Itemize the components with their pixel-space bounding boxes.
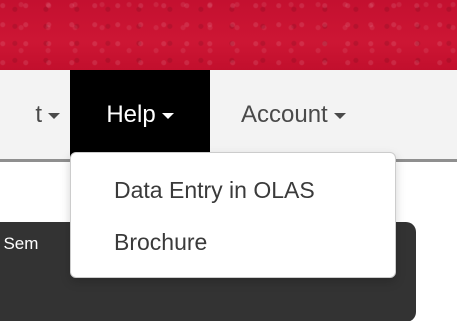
nav-item-previous[interactable]: t bbox=[0, 70, 60, 159]
header-banner bbox=[0, 0, 457, 70]
nav-item-account[interactable]: Account bbox=[241, 70, 346, 159]
nav-item-help-label: Help bbox=[106, 100, 156, 128]
caret-down-icon bbox=[161, 113, 174, 119]
menu-item-data-entry[interactable]: Data Entry in OLAS bbox=[114, 177, 315, 204]
page: t Help Account t Sem Data Entry in OLAS … bbox=[0, 0, 457, 321]
nav-item-previous-label: t bbox=[35, 100, 42, 128]
nav-item-account-label: Account bbox=[241, 100, 328, 128]
content-panel-text-value: t Sem bbox=[0, 234, 39, 253]
caret-down-icon bbox=[48, 113, 60, 119]
help-dropdown-menu: Data Entry in OLAS Brochure bbox=[70, 152, 396, 278]
caret-down-icon bbox=[333, 113, 346, 119]
menu-item-brochure[interactable]: Brochure bbox=[114, 229, 207, 256]
nav-item-help[interactable]: Help bbox=[70, 70, 210, 159]
content-panel-text: t Sem bbox=[0, 234, 80, 254]
top-navbar: t Help Account bbox=[0, 70, 457, 162]
